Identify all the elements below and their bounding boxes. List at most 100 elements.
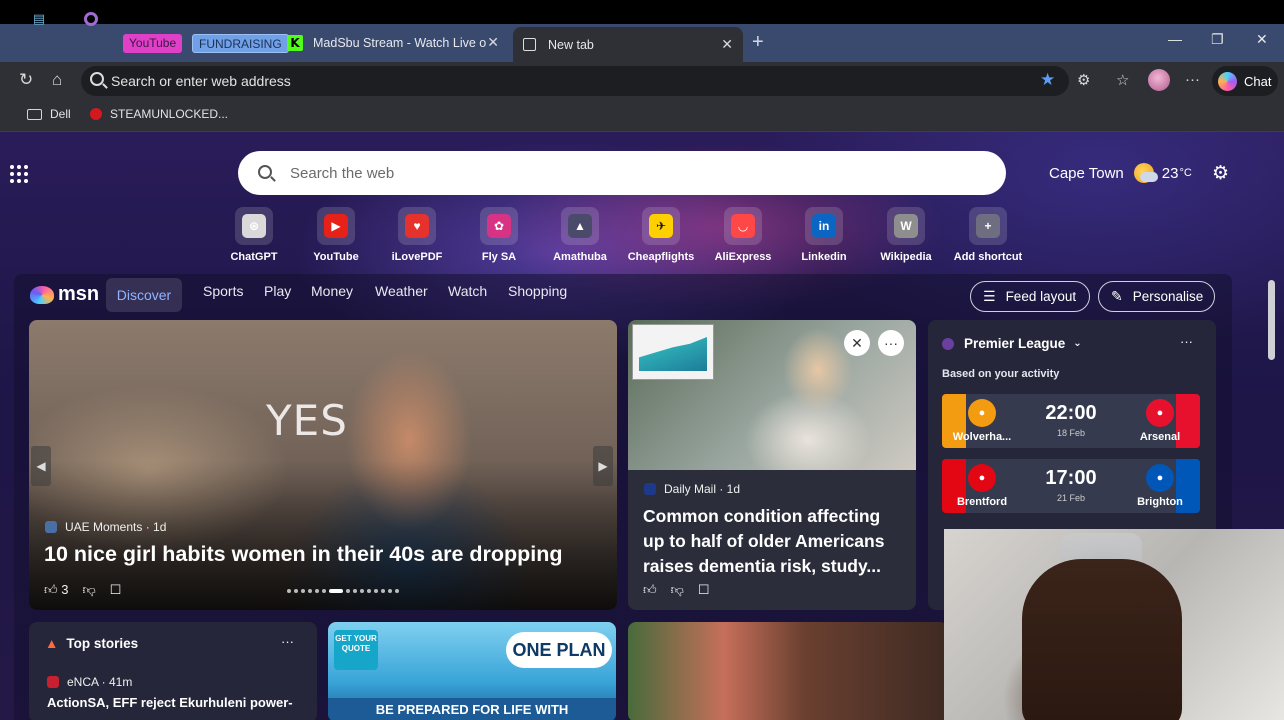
profile-avatar[interactable]: [1148, 69, 1170, 91]
shortcut-chatgpt[interactable]: ⊛ ChatGPT: [214, 207, 294, 263]
shortcut-tile: W: [887, 207, 925, 245]
favorite-star-icon[interactable]: ★: [1040, 70, 1055, 90]
top-story-headline[interactable]: ActionSA, EFF reject Ekurhuleni power-: [47, 695, 293, 710]
away-team-name: Arsenal: [1139, 431, 1181, 443]
league-selector[interactable]: Premier League ⌄: [942, 336, 1082, 351]
match-row[interactable]: ● Wolverha... 22:00 18 Feb ● Arsenal: [942, 394, 1200, 448]
sliders-icon: ☰: [983, 288, 996, 304]
more-icon[interactable]: ···: [1185, 71, 1200, 88]
top-stories-more-icon[interactable]: ···: [281, 634, 294, 649]
hero-story-card[interactable]: YES ◀ ▶ UAE Moments · 1d 10 nice girl ha…: [29, 320, 617, 610]
hero-reactions: 👍︎ 3 👎︎ ☐: [44, 582, 121, 598]
tab-money[interactable]: Money: [311, 283, 353, 299]
dismiss-close-icon[interactable]: ✕: [844, 330, 870, 356]
weather-widget[interactable]: Cape Town 23 °C: [1049, 163, 1192, 183]
get-quote-badge: GET YOUR QUOTE: [334, 630, 378, 670]
tab-sports[interactable]: Sports: [203, 283, 243, 299]
shortcut-amathuba[interactable]: ▲ Amathuba: [540, 207, 620, 263]
personalise-label: Personalise: [1132, 289, 1204, 304]
refresh-icon[interactable]: ↻: [19, 70, 33, 90]
tab-madsbu-stream[interactable]: K MadSbu Stream - Watch Live on K ✕: [287, 28, 509, 58]
tab-discover[interactable]: Discover: [106, 278, 182, 312]
story-card[interactable]: ✕ ··· Daily Mail · 1d Common condition a…: [628, 320, 916, 610]
minimize-button[interactable]: —: [1168, 31, 1182, 47]
tab-group-youtube[interactable]: YouTube: [123, 34, 183, 53]
story-reactions: 👍︎ 👎︎ ☐: [643, 582, 709, 598]
like-button[interactable]: 👍︎: [643, 582, 657, 598]
tab-weather[interactable]: Weather: [375, 283, 428, 299]
carousel-prev-button[interactable]: ◀: [31, 446, 51, 486]
restore-button[interactable]: ❐: [1211, 31, 1224, 48]
page-scrollbar[interactable]: [1268, 280, 1275, 360]
comment-button[interactable]: ☐: [698, 582, 710, 598]
personalise-button[interactable]: ✎ Personalise: [1098, 281, 1215, 312]
flame-icon: ▲: [45, 636, 59, 651]
story-headline[interactable]: Common condition affecting up to half of…: [643, 504, 905, 579]
hero-overlay-text: YES: [266, 396, 348, 445]
extensions-icon[interactable]: ⚙: [1077, 71, 1090, 89]
match-date: 18 Feb: [1056, 428, 1086, 438]
apps-grid-icon[interactable]: [10, 165, 28, 183]
premier-league-icon: [942, 337, 954, 350]
web-search-box[interactable]: Search the web: [238, 151, 1006, 195]
shortcut-flysa[interactable]: ✿ Fly SA: [459, 207, 539, 263]
tab-shopping[interactable]: Shopping: [508, 283, 567, 299]
hero-headline[interactable]: 10 nice girl habits women in their 40s a…: [44, 542, 604, 567]
search-placeholder: Search the web: [290, 164, 395, 182]
shortcut-youtube[interactable]: ▶ YouTube: [296, 207, 376, 263]
shortcut-linkedin[interactable]: in Linkedin: [784, 207, 864, 263]
feed-layout-button[interactable]: ☰ Feed layout: [970, 281, 1090, 312]
close-icon[interactable]: ✕: [721, 36, 733, 53]
shortcut-aliexpress[interactable]: ◡ AliExpress: [703, 207, 783, 263]
new-tab-button[interactable]: +: [752, 31, 764, 54]
carousel-next-button[interactable]: ▶: [593, 446, 613, 486]
sports-more-icon[interactable]: ···: [1180, 334, 1193, 349]
tab-new-tab[interactable]: New tab ✕: [513, 27, 743, 62]
aliexpress-icon: ◡: [731, 214, 755, 238]
daily-mail-logo-icon: [644, 483, 656, 495]
shortcut-label: ChatGPT: [230, 251, 278, 263]
away-crest-icon: ●: [1146, 464, 1174, 492]
page-settings-gear-icon[interactable]: ⚙: [1212, 162, 1229, 185]
home-team: ● Brentford: [942, 459, 1022, 513]
msn-logo[interactable]: msn: [30, 283, 99, 306]
top-stories-card: ▲ Top stories ··· eNCA · 41m ActionSA, E…: [29, 622, 317, 720]
tab-group-fundraising[interactable]: FUNDRAISING: [192, 34, 289, 53]
shortcut-ilovepdf[interactable]: ♥ iLovePDF: [377, 207, 457, 263]
match-row[interactable]: ● Brentford 17:00 21 Feb ● Brighton: [942, 459, 1200, 513]
favorite-label: STEAMUNLOCKED...: [110, 107, 229, 121]
hero-source: UAE Moments · 1d: [45, 520, 166, 534]
shortcut-label: Wikipedia: [880, 251, 932, 263]
copilot-icon: [1218, 71, 1237, 91]
oneplan-ad[interactable]: GET YOUR QUOTE ONE PLAN BE PREPARED FOR …: [328, 622, 616, 720]
story-more-icon[interactable]: ···: [878, 330, 904, 356]
like-button[interactable]: 👍︎ 3: [44, 582, 68, 598]
personalise-icon: ✎: [1111, 288, 1123, 304]
close-icon[interactable]: ✕: [487, 34, 499, 51]
dislike-button[interactable]: 👎︎: [671, 582, 684, 598]
story-image-card[interactable]: [628, 622, 948, 720]
tab-watch[interactable]: Watch: [448, 283, 487, 299]
favorites-icon[interactable]: ☆: [1116, 71, 1129, 89]
address-bar[interactable]: Search or enter web address: [81, 66, 1069, 96]
source-label: UAE Moments · 1d: [65, 520, 167, 534]
shortcut-wikipedia[interactable]: W Wikipedia: [866, 207, 946, 263]
chat-label: Chat: [1244, 73, 1272, 89]
tab-play[interactable]: Play: [264, 283, 291, 299]
home-icon[interactable]: ⌂: [52, 70, 62, 90]
shortcut-label: Cheapflights: [627, 251, 695, 263]
tab-icon-2[interactable]: [82, 8, 100, 30]
shortcut-plus[interactable]: + Add shortcut: [948, 207, 1028, 263]
home-team-name: Wolverha...: [952, 431, 1012, 443]
favorite-steamunlocked[interactable]: STEAMUNLOCKED...: [90, 107, 228, 121]
comment-button[interactable]: ☐: [110, 582, 122, 598]
away-team: ● Brighton: [1120, 459, 1200, 513]
shortcut-cheapflights[interactable]: ✈ Cheapflights: [621, 207, 701, 263]
favorite-dell[interactable]: Dell: [27, 107, 71, 121]
msn-butterfly-icon: [30, 285, 54, 304]
dislike-button[interactable]: 👎︎: [82, 582, 95, 598]
copilot-chat-button[interactable]: Chat: [1212, 66, 1278, 96]
shortcut-tile: ⊛: [235, 207, 273, 245]
close-window-button[interactable]: ✕: [1256, 31, 1268, 48]
tab-icon-1[interactable]: ▤: [30, 8, 48, 30]
